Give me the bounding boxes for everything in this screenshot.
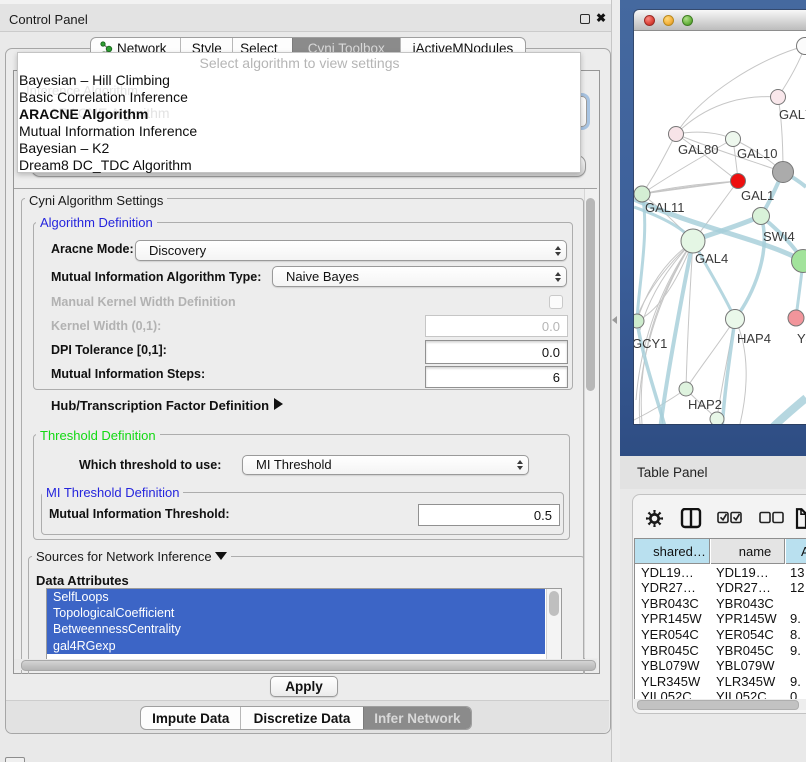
svg-text:HAP4: HAP4 — [737, 331, 771, 346]
svg-text:GAL11: GAL11 — [645, 200, 685, 215]
svg-text:GCY1: GCY1 — [634, 336, 667, 351]
svg-text:GAL80: GAL80 — [678, 142, 718, 157]
svg-text:GAL10: GAL10 — [737, 146, 777, 161]
svg-text:SWI4: SWI4 — [763, 229, 795, 244]
svg-text:GAL7: GAL7 — [779, 107, 806, 122]
svg-text:GAL1: GAL1 — [741, 188, 774, 203]
svg-text:GAL4: GAL4 — [695, 251, 728, 266]
svg-text:HAP2: HAP2 — [688, 397, 722, 412]
svg-text:YJ: YJ — [797, 331, 806, 346]
